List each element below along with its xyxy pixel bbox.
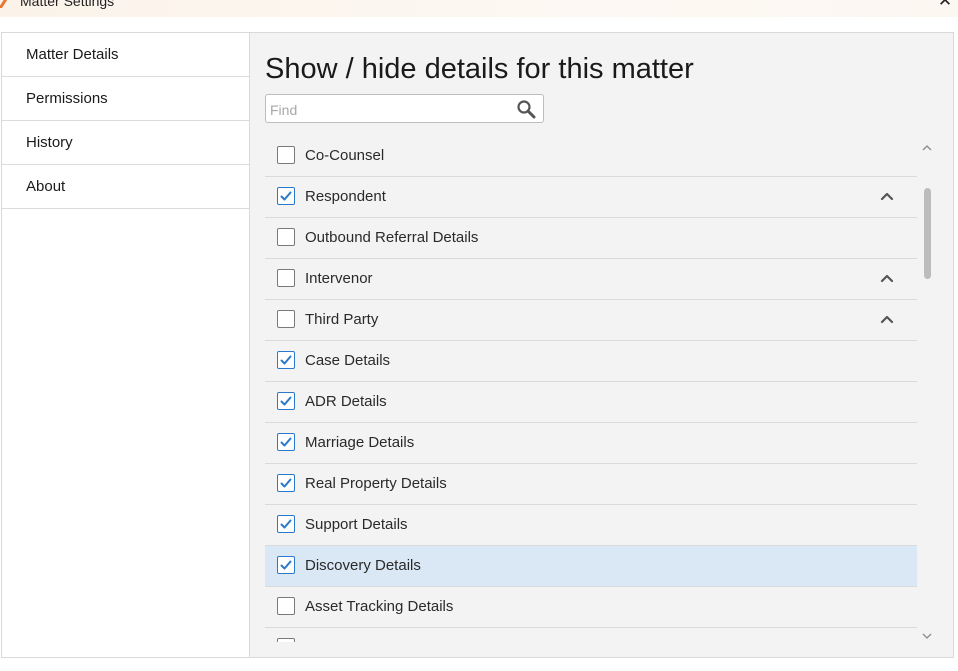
list-item[interactable]: Respondent bbox=[265, 177, 917, 218]
list-item[interactable]: Co-Counsel bbox=[265, 136, 917, 177]
row-checkbox[interactable] bbox=[277, 597, 295, 615]
app-logo-icon: ❯ bbox=[0, 0, 9, 8]
list-item[interactable] bbox=[265, 628, 917, 642]
row-checkbox[interactable] bbox=[277, 228, 295, 246]
page-title: Show / hide details for this matter bbox=[265, 53, 694, 85]
list-item[interactable]: Outbound Referral Details bbox=[265, 218, 917, 259]
row-checkbox[interactable] bbox=[277, 392, 295, 410]
row-label: ADR Details bbox=[305, 393, 387, 410]
chevron-up-icon[interactable] bbox=[879, 312, 895, 326]
search-icon[interactable] bbox=[516, 99, 536, 119]
row-label: Discovery Details bbox=[305, 557, 421, 574]
chevron-up-icon[interactable] bbox=[879, 271, 895, 285]
list-item[interactable]: Real Property Details bbox=[265, 464, 917, 505]
row-checkbox[interactable] bbox=[277, 474, 295, 492]
row-checkbox[interactable] bbox=[277, 310, 295, 328]
row-checkbox[interactable] bbox=[277, 433, 295, 451]
list-item[interactable]: Asset Tracking Details bbox=[265, 587, 917, 628]
row-checkbox[interactable] bbox=[277, 187, 295, 205]
row-label: Intervenor bbox=[305, 270, 373, 287]
scroll-up-arrow-icon[interactable] bbox=[921, 140, 933, 151]
row-checkbox[interactable] bbox=[277, 351, 295, 369]
close-button[interactable]: ✕ bbox=[934, 0, 956, 14]
list-item[interactable]: Marriage Details bbox=[265, 423, 917, 464]
settings-panel: Matter Details Permissions History About… bbox=[1, 32, 954, 658]
list-item[interactable]: Support Details bbox=[265, 505, 917, 546]
row-label: Marriage Details bbox=[305, 434, 415, 451]
row-label: Respondent bbox=[305, 188, 386, 205]
scroll-down-arrow-icon[interactable] bbox=[921, 628, 933, 639]
sidebar: Matter Details Permissions History About bbox=[2, 33, 250, 657]
sidebar-item-history[interactable]: History bbox=[2, 121, 249, 165]
detail-list: Co-Counsel Respondent Outbound Referral De… bbox=[265, 136, 917, 642]
search-box bbox=[265, 94, 544, 124]
list-item[interactable]: Third Party bbox=[265, 300, 917, 341]
list-item[interactable]: Intervenor bbox=[265, 259, 917, 300]
row-label: Real Property Details bbox=[305, 475, 447, 492]
title-bar: ❯ Matter Settings ✕ bbox=[0, 0, 958, 17]
scrollbar-thumb[interactable] bbox=[924, 188, 931, 279]
row-checkbox[interactable] bbox=[277, 146, 295, 164]
row-checkbox[interactable] bbox=[277, 515, 295, 533]
search-input[interactable] bbox=[266, 95, 512, 124]
window-title: Matter Settings bbox=[20, 0, 115, 9]
row-label: Support Details bbox=[305, 516, 408, 533]
row-label: Case Details bbox=[305, 352, 391, 369]
row-checkbox[interactable] bbox=[277, 269, 295, 287]
list-item[interactable]: Discovery Details bbox=[265, 546, 917, 587]
row-label: Outbound Referral Details bbox=[305, 229, 479, 246]
chevron-up-icon[interactable] bbox=[879, 189, 895, 203]
vertical-scrollbar[interactable] bbox=[919, 136, 935, 642]
row-checkbox[interactable] bbox=[277, 638, 295, 642]
sidebar-item-about[interactable]: About bbox=[2, 165, 249, 209]
main-content: Show / hide details for this matter Co-C… bbox=[250, 33, 953, 657]
row-checkbox[interactable] bbox=[277, 556, 295, 574]
row-label: Asset Tracking Details bbox=[305, 598, 454, 615]
row-label: Third Party bbox=[305, 311, 379, 328]
sidebar-item-permissions[interactable]: Permissions bbox=[2, 77, 249, 121]
row-label: Co-Counsel bbox=[305, 147, 385, 164]
sidebar-item-matter-details[interactable]: Matter Details bbox=[2, 33, 249, 77]
list-item[interactable]: ADR Details bbox=[265, 382, 917, 423]
list-item[interactable]: Case Details bbox=[265, 341, 917, 382]
